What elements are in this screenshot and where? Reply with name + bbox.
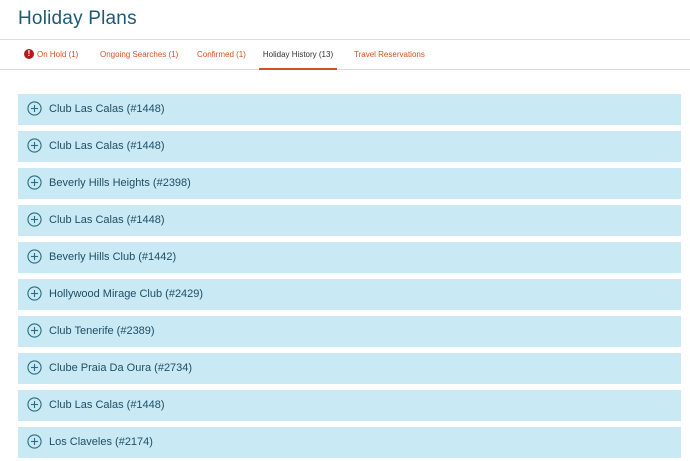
plus-circle-icon[interactable] [27, 101, 42, 116]
tab-label: Confirmed (1) [197, 50, 246, 59]
history-item[interactable]: Beverly Hills Club (#1442) [18, 242, 681, 273]
tab-holiday-history[interactable]: Holiday History (13) [259, 40, 337, 70]
plus-circle-icon[interactable] [27, 323, 42, 338]
tab-bar: ! On Hold (1) Ongoing Searches (1) Confir… [0, 40, 690, 70]
plus-circle-icon[interactable] [27, 138, 42, 153]
history-item-label: Los Claveles (#2174) [49, 436, 153, 448]
history-item[interactable]: Clube Praia Da Oura (#2734) [18, 353, 681, 384]
history-item-label: Club Las Calas (#1448) [49, 103, 165, 115]
plus-circle-icon[interactable] [27, 434, 42, 449]
history-item[interactable]: Club Las Calas (#1448) [18, 131, 681, 162]
history-item-label: Club Tenerife (#2389) [49, 325, 155, 337]
history-item-label: Club Las Calas (#1448) [49, 214, 165, 226]
tab-ongoing-searches[interactable]: Ongoing Searches (1) [100, 40, 178, 70]
page-title: Holiday Plans [18, 8, 137, 29]
history-item[interactable]: Beverly Hills Heights (#2398) [18, 168, 681, 199]
page-header: Holiday Plans [0, 0, 690, 40]
tab-label: Ongoing Searches (1) [100, 50, 179, 59]
holiday-history-list: Club Las Calas (#1448) Club Las Calas (#1… [18, 94, 681, 461]
plus-circle-icon[interactable] [27, 212, 42, 227]
history-item-label: Beverly Hills Heights (#2398) [49, 177, 191, 189]
plus-circle-icon[interactable] [27, 249, 42, 264]
tab-travel-reservations[interactable]: Travel Reservations [354, 40, 425, 70]
history-item[interactable]: Club Las Calas (#1448) [18, 390, 681, 421]
plus-circle-icon[interactable] [27, 175, 42, 190]
history-item-label: Clube Praia Da Oura (#2734) [49, 362, 193, 374]
tab-label: On Hold (1) [37, 50, 79, 59]
history-item[interactable]: Club Tenerife (#2389) [18, 316, 681, 347]
history-item[interactable]: Club Las Calas (#1448) [18, 94, 681, 125]
plus-circle-icon[interactable] [27, 397, 42, 412]
history-item-label: Club Las Calas (#1448) [49, 399, 165, 411]
alert-icon: ! [24, 48, 34, 59]
history-item[interactable]: Los Claveles (#2174) [18, 427, 681, 458]
tab-label: Holiday History (13) [262, 50, 334, 59]
history-item[interactable]: Hollywood Mirage Club (#2429) [18, 279, 681, 310]
history-item-label: Club Las Calas (#1448) [49, 140, 165, 152]
holiday-plans-page: Holiday Plans ! On Hold (1) Ongoing Searc… [0, 0, 690, 461]
tab-on-hold[interactable]: ! On Hold (1) [24, 40, 78, 70]
history-item-label: Hollywood Mirage Club (#2429) [49, 288, 204, 300]
tab-confirmed[interactable]: Confirmed (1) [197, 40, 246, 70]
plus-circle-icon[interactable] [27, 360, 42, 375]
history-item-label: Beverly Hills Club (#1442) [49, 251, 177, 263]
plus-circle-icon[interactable] [27, 286, 42, 301]
tab-label: Travel Reservations [354, 50, 425, 59]
history-item[interactable]: Club Las Calas (#1448) [18, 205, 681, 236]
